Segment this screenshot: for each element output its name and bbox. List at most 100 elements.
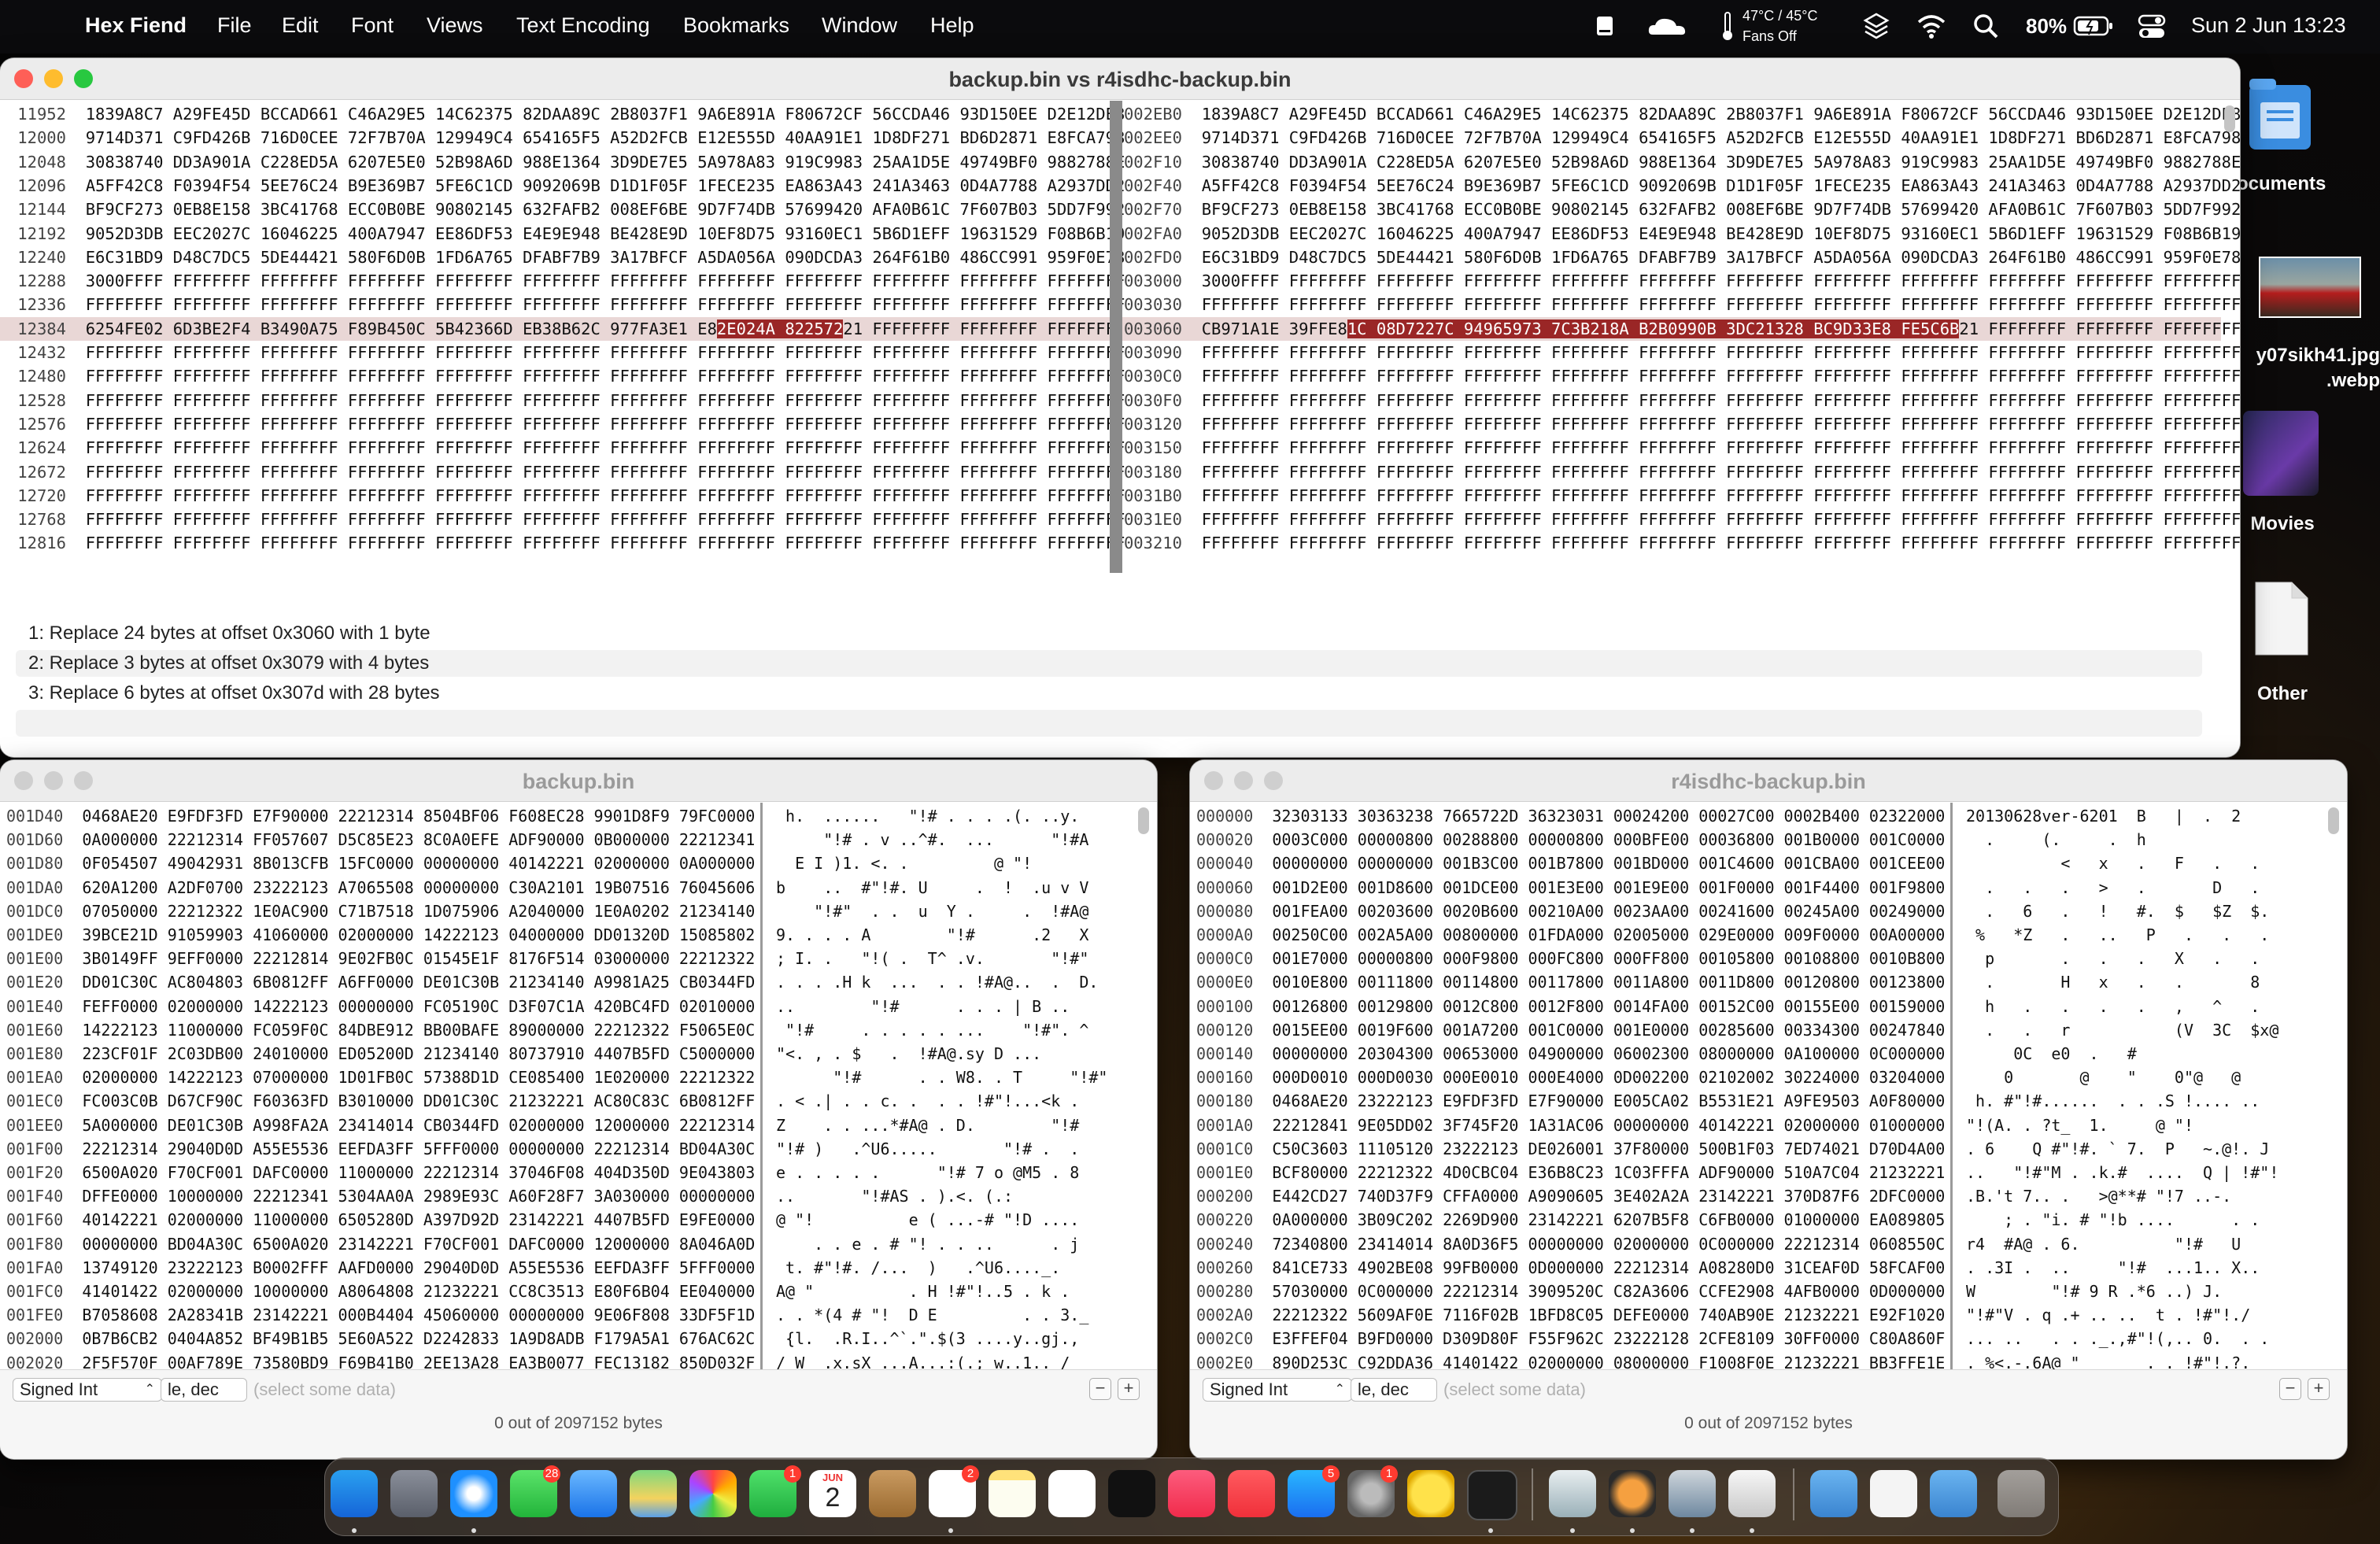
compare-scrollbar[interactable]	[2224, 105, 2235, 132]
hex-row[interactable]: 001FC0 41401422 02000000 10000000 A80648…	[6, 1280, 755, 1303]
add-inspector-button[interactable]: +	[1118, 1378, 1140, 1400]
mail-icon[interactable]	[570, 1470, 617, 1517]
hex-row[interactable]: 000180 0468AE20 23222123 E9FDF3FD E7F900…	[1196, 1089, 1945, 1113]
hex-row[interactable]: 000060 001D2E00 001D8600 001DCE00 001E3E…	[1196, 876, 1945, 899]
compare-row[interactable]: 002FD0 E6C31BD9 D48C7DC5 5DE44421 580F6D…	[1122, 246, 2240, 269]
change-item[interactable]: 3: Replace 6 bytes at offset 0x307d with…	[16, 680, 2202, 707]
hex-row[interactable]: 0000C0 001E7000 00000800 000F9800 000FC8…	[1196, 947, 1945, 970]
remove-inspector-button[interactable]: −	[2279, 1378, 2301, 1400]
hex-row[interactable]: 001E40 FEFF0000 02000000 14222123 000000…	[6, 995, 755, 1018]
contacts-icon[interactable]	[869, 1470, 916, 1517]
compare-row[interactable]: 003030 FFFFFFFF FFFFFFFF FFFFFFFF FFFFFF…	[1122, 293, 2240, 316]
hex-row[interactable]: 0001C0 C50C3603 11105120 23222123 DE0260…	[1196, 1137, 1945, 1161]
notes-icon[interactable]	[989, 1470, 1036, 1517]
type-select[interactable]: Signed Int ⌃	[13, 1378, 162, 1402]
endian-select[interactable]: le, dec	[161, 1378, 247, 1402]
ascii-row[interactable]: r4 #A@ . 6. "!# U	[1966, 1232, 2260, 1256]
compare-row[interactable]: 0030F0 FFFFFFFF FFFFFFFF FFFFFFFF FFFFFF…	[1122, 389, 2240, 412]
compare-row[interactable]: 11952 1839A8C7 A29FE45D BCCAD661 C46A29E…	[0, 102, 1125, 126]
ascii-row[interactable]: "!#"V . q .+ .. .. t . !#"!./	[1966, 1303, 2260, 1327]
menu-text-encoding[interactable]: Text Encoding	[516, 13, 650, 38]
ascii-row[interactable]: "!# . . . . . ... "!#". ^	[776, 1018, 1098, 1042]
compare-row[interactable]: 0031E0 FFFFFFFF FFFFFFFF FFFFFFFF FFFFFF…	[1122, 508, 2240, 531]
hex-row[interactable]: 002000 0B7B6CB2 0404A852 BF49B1B5 5E60A5…	[6, 1327, 755, 1350]
ascii-row[interactable]: . 6 Q #"!#. ` 7. P ~.@!. J	[1966, 1137, 2278, 1161]
hex-row[interactable]: 000080 001FEA00 00203600 0020B600 00210A…	[1196, 899, 1945, 923]
compare-row[interactable]: 002EB0 1839A8C7 A29FE45D BCCAD661 C46A29…	[1122, 102, 2240, 126]
r4-hex-pane[interactable]: 000000 32303133 30363238 7665722D 363230…	[1190, 803, 1950, 1396]
compare-row[interactable]: 12336 FFFFFFFF FFFFFFFF FFFFFFFF FFFFFFF…	[0, 293, 1125, 316]
ascii-row[interactable]: . H x . . 8	[1966, 970, 2278, 994]
compare-row[interactable]: 12816 FFFFFFFF FFFFFFFF FFFFFFFF FFFFFFF…	[0, 531, 1125, 555]
ascii-row[interactable]: h. #"!#...... . . .S !.... ..	[1966, 1089, 2269, 1113]
compare-row[interactable]: 002F40 A5FF42C8 F0394F54 5EE76C24 B9E369…	[1122, 174, 2240, 198]
hex-row[interactable]: 001FA0 13749120 23222123 B0002FFF AAFD00…	[6, 1256, 755, 1280]
hex-row[interactable]: 0002C0 E3FFEF04 B9FD0000 D309D80F F55F96…	[1196, 1327, 1945, 1350]
compare-row[interactable]: 003090 FFFFFFFF FFFFFFFF FFFFFFFF FFFFFF…	[1122, 341, 2240, 364]
compare-row[interactable]: 003180 FFFFFFFF FFFFFFFF FFFFFFFF FFFFFF…	[1122, 460, 2240, 484]
hex-row[interactable]: 000000 32303133 30363238 7665722D 363230…	[1196, 804, 1945, 828]
ascii-row[interactable]: 20130628ver-6201 B | . 2	[1966, 804, 2250, 828]
compare-row[interactable]: 003000 3000FFFF FFFFFFFF FFFFFFFF FFFFFF…	[1122, 269, 2240, 293]
ascii-row[interactable]: . . e . # "! . . .. . j	[776, 1232, 1098, 1256]
hex-row[interactable]: 001E60 14222123 11000000 FC059F0C 84DBE9…	[6, 1018, 755, 1042]
ascii-row[interactable]: h. ...... "!# . . . .(. ..y.	[776, 804, 1088, 828]
ascii-row[interactable]: 0 @ " 0"@ @	[1966, 1066, 2250, 1089]
cloud-icon[interactable]	[1646, 16, 1687, 43]
ascii-row[interactable]: . .3I . .. "!# ...1.. X..	[1966, 1256, 2269, 1280]
hex-row[interactable]: 001E80 223CF01F 2C03DB00 24010000 ED0520…	[6, 1042, 755, 1066]
hex-row[interactable]: 001F80 00000000 BD04A30C 6500A020 231422…	[6, 1232, 755, 1256]
calendar-icon[interactable]: JUN 2	[809, 1470, 856, 1517]
news-icon[interactable]	[1228, 1470, 1275, 1517]
launchpad-icon[interactable]	[390, 1470, 438, 1517]
menu-help[interactable]: Help	[930, 13, 974, 38]
hex-row[interactable]: 0000E0 0010E800 00111800 00114800 001178…	[1196, 970, 1945, 994]
hex-row[interactable]: 001EC0 FC003C0B D67CF90C F60363FD B30100…	[6, 1089, 755, 1113]
ascii-row[interactable]: "!# . . W8. . T "!#"	[776, 1066, 1107, 1089]
backup-scrollbar[interactable]	[1138, 807, 1149, 834]
ascii-row[interactable]: {l. .R.I..^`.".$(3 ....y..gj.,	[776, 1327, 1079, 1350]
textedit-icon[interactable]	[1728, 1470, 1776, 1517]
menu-views[interactable]: Views	[427, 13, 483, 38]
hex-row[interactable]: 001DE0 39BCE21D 91059903 41060000 020000…	[6, 923, 755, 947]
compare-row[interactable]: 12240 E6C31BD9 D48C7DC5 5DE44421 580F6D0…	[0, 246, 1125, 269]
compare-row[interactable]: 003210 FFFFFFFF FFFFFFFF FFFFFFFF FFFFFF…	[1122, 531, 2240, 555]
music-icon[interactable]	[1168, 1470, 1215, 1517]
wifi-icon[interactable]	[1916, 13, 1947, 45]
ascii-row[interactable]: .. "!#"M . .k.# .... Q | !#"!	[1966, 1161, 2278, 1184]
compare-left-pane[interactable]: 11952 1839A8C7 A29FE45D BCCAD661 C46A29E…	[0, 101, 1125, 573]
hex-row[interactable]: 000200 E442CD27 740D37F9 CFFA0000 A90906…	[1196, 1184, 1945, 1208]
menu-font[interactable]: Font	[351, 13, 394, 38]
ascii-row[interactable]: % *Z . .. P . . .	[1966, 923, 2288, 947]
ascii-row[interactable]: p . . . X . .	[1966, 947, 2278, 970]
hex-row[interactable]: 000120 0015EE00 0019F600 001A7200 001C00…	[1196, 1018, 1945, 1042]
compare-row[interactable]: 12192 9052D3DB EEC2027C 16046225 400A794…	[0, 222, 1125, 246]
ascii-row[interactable]: ; I. . "!( . T^ .v. "!#"	[776, 947, 1088, 970]
ascii-row[interactable]: "!# . v ..^#. ... "!#A	[776, 828, 1088, 851]
ice-cream-app-icon[interactable]	[1609, 1470, 1656, 1517]
hex-row[interactable]: 0000A0 00250C00 002A5A00 00800000 01FDA0…	[1196, 923, 1945, 947]
compare-row[interactable]: 0031B0 FFFFFFFF FFFFFFFF FFFFFFFF FFFFFF…	[1122, 484, 2240, 508]
ascii-row[interactable]: E I )1. <. . @ "!	[776, 851, 1088, 875]
compare-row[interactable]: 12576 FFFFFFFF FFFFFFFF FFFFFFFF FFFFFFF…	[0, 412, 1125, 436]
ascii-row[interactable]: .B.'t 7.. . >@**# "!7 ..-.	[1966, 1184, 2260, 1208]
ascii-row[interactable]: @ "! e ( ...-# "!D ....	[776, 1208, 1098, 1232]
hex-row[interactable]: 001F40 DFFE0000 10000000 22212341 5304AA…	[6, 1184, 755, 1208]
hex-row[interactable]: 0001A0 22212841 9E05DD02 3F745F20 1A31AC…	[1196, 1114, 1945, 1137]
date-time[interactable]: Sun 2 Jun 13:23	[2191, 13, 2346, 38]
menu-bookmarks[interactable]: Bookmarks	[683, 13, 789, 38]
hex-row[interactable]: 001F20 6500A020 F70CF001 DAFC0000 110000…	[6, 1161, 755, 1184]
hex-row[interactable]: 001E20 DD01C30C AC804803 6B0812FF A6FF00…	[6, 970, 755, 994]
compare-row[interactable]: 12144 BF9CF273 0EB8E158 3BC41768 ECC0B0B…	[0, 198, 1125, 221]
compare-row[interactable]: 12000 9714D371 C9FD426B 716D0CEE 72F7B70…	[0, 126, 1125, 150]
hex-row[interactable]: 0001E0 BCF80000 22212322 4D0CBC04 E36B8C…	[1196, 1161, 1945, 1184]
compare-right-pane[interactable]: 002EB0 1839A8C7 A29FE45D BCCAD661 C46A29…	[1122, 101, 2240, 573]
hex-row[interactable]: 001D60 0A000000 22212314 FF057607 D5C85E…	[6, 828, 755, 851]
ascii-row[interactable]: . . r (V 3C $x@	[1966, 1018, 2278, 1042]
ascii-row[interactable]: "!(A. . ?t_ 1. @ "!	[1966, 1114, 2269, 1137]
menu-edit[interactable]: Edit	[282, 13, 319, 38]
hex-row[interactable]: 000040 00000000 00000000 001B3C00 001B78…	[1196, 851, 1945, 875]
layers-icon[interactable]	[1862, 11, 1890, 46]
menu-app-name[interactable]: Hex Fiend	[85, 13, 187, 38]
ascii-row[interactable]: . . . .H k ... . . !#A@.. . D.	[776, 970, 1098, 994]
